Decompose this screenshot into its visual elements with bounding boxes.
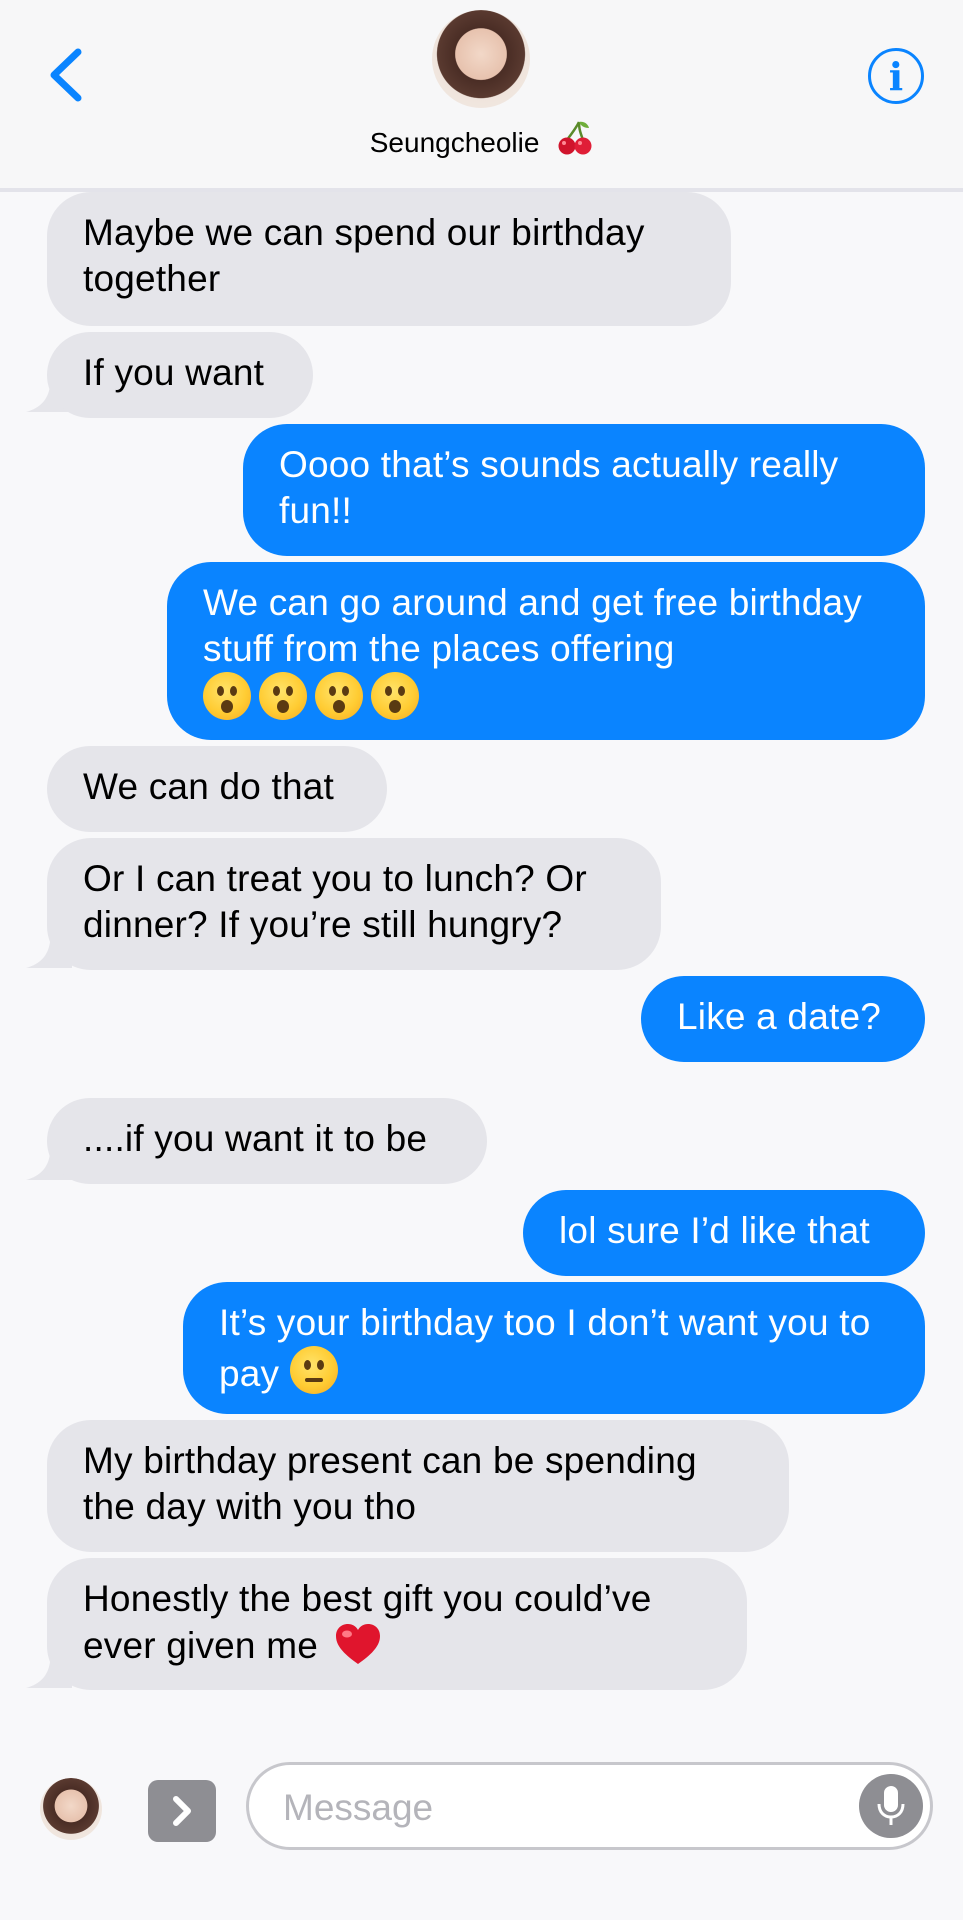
message-text: lol sure I’d like that xyxy=(559,1210,870,1251)
info-button[interactable]: i xyxy=(868,48,924,104)
incoming-message[interactable]: Or I can treat you to lunch? Or dinner? … xyxy=(47,838,661,970)
hushed-face-icon xyxy=(259,672,307,720)
chevron-right-icon xyxy=(173,1796,191,1826)
outgoing-message[interactable]: Like a date? xyxy=(641,976,925,1062)
outgoing-message[interactable]: lol sure I’d like that xyxy=(523,1190,925,1276)
cherry-icon xyxy=(558,121,592,155)
incoming-message[interactable]: We can do that xyxy=(47,746,387,832)
message-text: We can do that xyxy=(83,766,334,807)
outgoing-message[interactable]: We can go around and get free birthday s… xyxy=(167,562,925,740)
message-text: Like a date? xyxy=(677,996,882,1037)
message-text: Oooo that’s sounds actually really fun!! xyxy=(279,444,839,531)
incoming-message[interactable]: Maybe we can spend our birthday together xyxy=(47,192,731,326)
message-text: We can go around and get free birthday s… xyxy=(203,582,862,669)
contact-name: Seungcheolie xyxy=(369,127,540,158)
outgoing-message[interactable]: Oooo that’s sounds actually really fun!! xyxy=(243,424,925,556)
message-text: Maybe we can spend our birthday together xyxy=(83,212,645,299)
outgoing-message[interactable]: It’s your birthday too I don’t want you … xyxy=(183,1282,925,1414)
apps-button[interactable] xyxy=(148,1780,216,1842)
chevron-left-icon xyxy=(50,48,82,102)
back-button[interactable] xyxy=(40,42,90,108)
incoming-message[interactable]: Honestly the best gift you could’ve ever… xyxy=(47,1558,747,1690)
hushed-face-icon xyxy=(315,672,363,720)
composer-bar xyxy=(0,1740,963,1920)
message-text: If you want xyxy=(83,352,265,393)
message-field xyxy=(246,1762,933,1850)
contact-name-button[interactable]: Seungcheolie xyxy=(0,120,963,159)
message-text: ....if you want it to be xyxy=(83,1118,428,1159)
pensive-face-icon xyxy=(289,1346,338,1394)
incoming-message[interactable]: ....if you want it to be xyxy=(47,1098,487,1184)
info-icon: i xyxy=(888,53,904,99)
messages-screen: Seungcheolie i Maybe we can spend our bi… xyxy=(0,0,963,1920)
message-text: My birthday present can be spending the … xyxy=(83,1440,697,1527)
conversation-header: Seungcheolie i xyxy=(0,0,963,192)
hushed-face-icon xyxy=(371,672,419,720)
incoming-message[interactable]: My birthday present can be spending the … xyxy=(47,1420,789,1552)
microphone-icon xyxy=(877,1786,905,1825)
dictation-button[interactable] xyxy=(859,1774,923,1838)
red-heart-icon xyxy=(336,1624,381,1664)
message-text: Or I can treat you to lunch? Or dinner? … xyxy=(83,858,587,945)
message-input[interactable] xyxy=(283,1783,823,1833)
contact-avatar[interactable] xyxy=(432,10,530,108)
hushed-face-icon xyxy=(203,672,251,720)
memoji-avatar-button[interactable] xyxy=(40,1778,102,1840)
incoming-message[interactable]: If you want xyxy=(47,332,313,418)
